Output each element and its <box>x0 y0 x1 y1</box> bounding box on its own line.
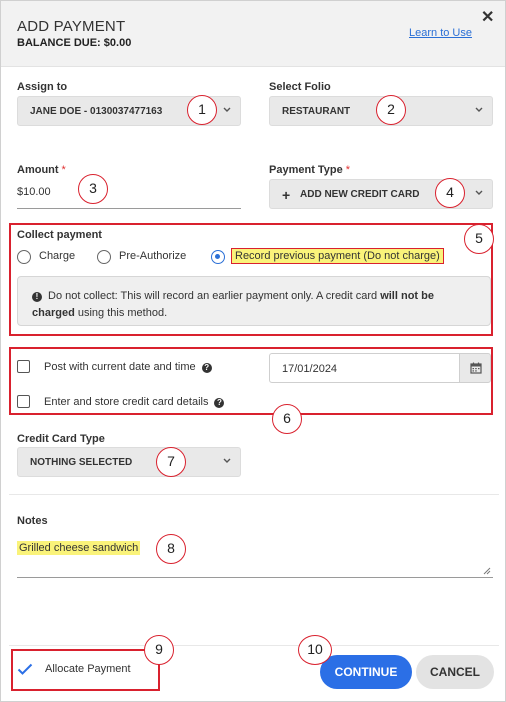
continue-button[interactable]: CONTINUE <box>320 655 412 689</box>
balance-due: BALANCE DUE: $0.00 <box>17 37 131 49</box>
collect-payment-info: ! Do not collect: This will record an ear… <box>17 276 491 326</box>
dialog-header: ADD PAYMENT BALANCE DUE: $0.00 Learn to … <box>1 1 505 67</box>
radio-pre-authorize[interactable] <box>97 250 111 264</box>
question-icon[interactable]: ? <box>201 363 212 373</box>
folio-value: RESTAURANT <box>282 106 351 117</box>
card-type-value: NOTHING SELECTED <box>30 457 133 468</box>
amount-label: Amount * <box>17 164 66 176</box>
info-icon: ! <box>32 292 42 302</box>
store-card-checkbox[interactable] <box>17 395 30 408</box>
payment-type-label: Payment Type * <box>269 164 350 176</box>
amount-input[interactable]: $10.00 <box>17 186 51 198</box>
info-text-2-bold: charged <box>32 307 75 319</box>
assign-to-value: JANE DOE - 0130037477163 <box>30 106 163 117</box>
calendar-icon <box>470 362 482 374</box>
footer-divider <box>9 645 499 646</box>
required-mark: * <box>345 164 351 176</box>
amount-underline <box>17 208 241 209</box>
dialog-title: ADD PAYMENT <box>17 18 126 35</box>
notes-textarea[interactable]: Grilled cheese sandwich <box>17 541 141 555</box>
chevron-down-icon <box>222 104 232 114</box>
radio-charge-label[interactable]: Charge <box>39 250 75 262</box>
post-current-date-checkbox[interactable] <box>17 360 30 373</box>
calendar-button[interactable] <box>459 353 491 383</box>
radio-record-previous[interactable] <box>211 250 225 264</box>
notes-underline <box>17 577 493 578</box>
callout-9: 9 <box>144 635 174 665</box>
close-icon[interactable]: ✕ <box>481 7 494 27</box>
callout-7: 7 <box>156 447 186 477</box>
callout-3: 3 <box>78 174 108 204</box>
store-card-text: Enter and store credit card details <box>44 396 209 408</box>
callout-5: 5 <box>464 224 494 254</box>
assign-to-label: Assign to <box>17 81 68 93</box>
chevron-down-icon <box>474 104 484 114</box>
post-current-date-text: Post with current date and time <box>44 361 196 373</box>
info-line-1: ! Do not collect: This will record an ear… <box>32 288 434 305</box>
chevron-down-icon <box>474 187 484 197</box>
select-folio-label: Select Folio <box>269 81 331 93</box>
callout-2: 2 <box>376 95 406 125</box>
card-type-label: Credit Card Type <box>17 433 105 445</box>
callout-6: 6 <box>272 404 302 434</box>
notes-label: Notes <box>17 515 48 527</box>
post-current-date-label[interactable]: Post with current date and time? <box>44 361 212 373</box>
section-divider <box>9 494 499 495</box>
add-payment-dialog: ADD PAYMENT BALANCE DUE: $0.00 Learn to … <box>0 0 506 702</box>
callout-10: 10 <box>298 635 332 665</box>
info-line-2: charged using this method. <box>32 305 167 322</box>
payment-type-value: ADD NEW CREDIT CARD <box>300 189 420 200</box>
payment-type-label-text: Payment Type <box>269 164 343 176</box>
question-icon[interactable]: ? <box>214 398 225 408</box>
check-icon[interactable] <box>17 663 33 675</box>
learn-to-use-link[interactable]: Learn to Use <box>409 27 472 39</box>
radio-record-previous-label[interactable]: Record previous payment (Do not charge) <box>231 248 444 264</box>
radio-pre-authorize-label[interactable]: Pre-Authorize <box>119 250 186 262</box>
plus-icon: + <box>282 187 291 203</box>
radio-charge[interactable] <box>17 250 31 264</box>
balance-due-label: BALANCE DUE: <box>17 37 101 49</box>
info-text-1: Do not collect: This will record an earl… <box>48 290 381 302</box>
card-type-select[interactable]: NOTHING SELECTED <box>17 447 241 477</box>
callout-1: 1 <box>187 95 217 125</box>
required-mark: * <box>61 164 66 176</box>
callout-8: 8 <box>156 534 186 564</box>
balance-due-value: $0.00 <box>103 37 132 49</box>
collect-payment-label: Collect payment <box>17 229 102 241</box>
amount-label-text: Amount <box>17 164 59 176</box>
callout-4: 4 <box>435 178 465 208</box>
post-date-value: 17/01/2024 <box>282 363 338 375</box>
info-text-1-bold: will not be <box>380 290 434 302</box>
cancel-button[interactable]: CANCEL <box>416 655 494 689</box>
post-date-input[interactable]: 17/01/2024 <box>269 353 459 383</box>
chevron-down-icon <box>222 455 232 465</box>
info-text-2: using this method. <box>74 307 168 319</box>
store-card-label[interactable]: Enter and store credit card details? <box>44 396 225 408</box>
allocate-payment-label[interactable]: Allocate Payment <box>45 663 131 675</box>
resize-handle-icon[interactable] <box>483 567 491 575</box>
